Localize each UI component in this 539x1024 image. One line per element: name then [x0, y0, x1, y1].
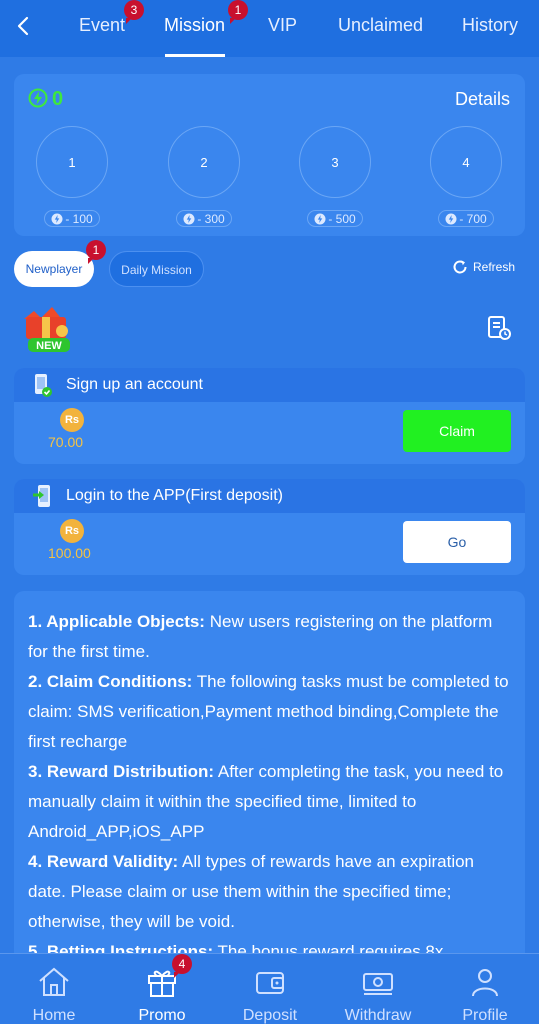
nav-promo[interactable]: 4 Promo [108, 954, 216, 1024]
nav-label: Deposit [242, 1007, 298, 1024]
lightning-icon [183, 213, 195, 224]
task-title: Sign up an account [66, 376, 203, 393]
nav-label: Home [32, 1007, 76, 1024]
filter-newplayer-badge: 1 [86, 240, 106, 264]
task-card: Sign up an account Rs 70.00 Claim [14, 368, 525, 464]
lightning-icon [28, 88, 48, 108]
tab-event-badge: 3 [124, 0, 144, 24]
step-cost-value: - 100 [65, 211, 93, 226]
step-cost: - 500 [307, 210, 363, 227]
new-tag: NEW [36, 340, 62, 352]
go-button[interactable]: Go [403, 521, 511, 563]
refresh-label: Refresh [473, 260, 516, 274]
nav-profile[interactable]: Profile [431, 954, 539, 1024]
mission-step: 3 - 500 [299, 126, 371, 227]
wallet-icon [256, 972, 284, 994]
tab-unclaimed[interactable]: Unclaimed [338, 15, 423, 36]
rupee-coin-icon: Rs [60, 519, 84, 543]
back-icon[interactable] [12, 14, 36, 38]
step-circle: 1 [36, 126, 108, 198]
lightning-icon [445, 213, 457, 224]
rule-item: 1. Applicable Objects: New users registe… [28, 607, 511, 667]
points-value: 0 [52, 88, 64, 110]
step-cost: - 100 [44, 210, 100, 227]
rule-heading: 4. Reward Validity: [28, 852, 179, 871]
person-icon [472, 969, 498, 997]
tab-mission[interactable]: Mission [164, 15, 225, 36]
step-cost: - 700 [438, 210, 494, 227]
nav-deposit[interactable]: Deposit [216, 954, 324, 1024]
nav-label: Withdraw [344, 1007, 412, 1024]
rule-item: 4. Reward Validity: All types of rewards… [28, 847, 511, 937]
reward-amount: 70.00 [48, 434, 84, 450]
rupee-coin-icon: Rs [60, 408, 84, 432]
rule-heading: 2. Claim Conditions: [28, 672, 193, 691]
step-cost-value: - 500 [328, 211, 356, 226]
tab-history[interactable]: History [462, 15, 518, 36]
step-cost-value: - 300 [197, 211, 225, 226]
step-circle: 4 [430, 126, 502, 198]
nav-withdraw[interactable]: Withdraw [324, 954, 432, 1024]
nav-label: Profile [462, 1007, 508, 1024]
bottom-nav: Home 4 Promo Deposit Withdraw Profile [0, 953, 539, 1024]
active-tab-indicator [165, 54, 225, 57]
rule-heading: 3. Reward Distribution: [28, 762, 215, 781]
task-title: Login to the APP(First deposit) [66, 487, 283, 504]
reward-amount: 100.00 [48, 545, 91, 561]
filter-newplayer[interactable]: Newplayer [14, 251, 94, 287]
lightning-icon [51, 213, 63, 224]
step-circle: 2 [168, 126, 240, 198]
filter-daily-mission[interactable]: Daily Mission [109, 251, 204, 287]
mission-step: 1 - 100 [36, 126, 108, 227]
step-cost-value: - 700 [459, 211, 487, 226]
lightning-icon [314, 213, 326, 224]
nav-home[interactable]: Home [0, 954, 108, 1024]
task-card: Login to the APP(First deposit) Rs 100.0… [14, 479, 525, 575]
rule-item: 3. Reward Distribution: After completing… [28, 757, 511, 847]
rule-heading: 1. Applicable Objects: [28, 612, 205, 631]
mission-step: 4 - 700 [430, 126, 502, 227]
home-icon [39, 967, 69, 996]
refresh-button[interactable]: Refresh [451, 258, 515, 276]
tab-mission-badge: 1 [228, 0, 248, 24]
cash-icon [363, 973, 393, 995]
document-clock-icon[interactable] [486, 315, 512, 341]
claim-button[interactable]: Claim [403, 410, 511, 452]
phone-check-icon [35, 374, 52, 397]
step-cost: - 300 [176, 210, 232, 227]
rule-item: 2. Claim Conditions: The following tasks… [28, 667, 511, 757]
details-link[interactable]: Details [455, 89, 510, 110]
step-circle: 3 [299, 126, 371, 198]
phone-login-icon [33, 485, 50, 507]
tab-event[interactable]: Event [79, 15, 125, 36]
tab-vip[interactable]: VIP [268, 15, 297, 36]
task-header: Sign up an account [14, 368, 525, 402]
mission-step: 2 - 300 [168, 126, 240, 227]
refresh-icon [453, 260, 467, 274]
top-tab-bar: Event 3 Mission 1 VIP Unclaimed History [0, 0, 539, 57]
task-header: Login to the APP(First deposit) [14, 479, 525, 513]
gift-new-icon: NEW [24, 307, 70, 352]
nav-label: Promo [138, 1007, 186, 1024]
mission-points-panel: 0 Details 1 - 100 2 - 300 3 - 500 4 - 70… [14, 74, 525, 236]
nav-promo-badge: 4 [172, 954, 192, 978]
